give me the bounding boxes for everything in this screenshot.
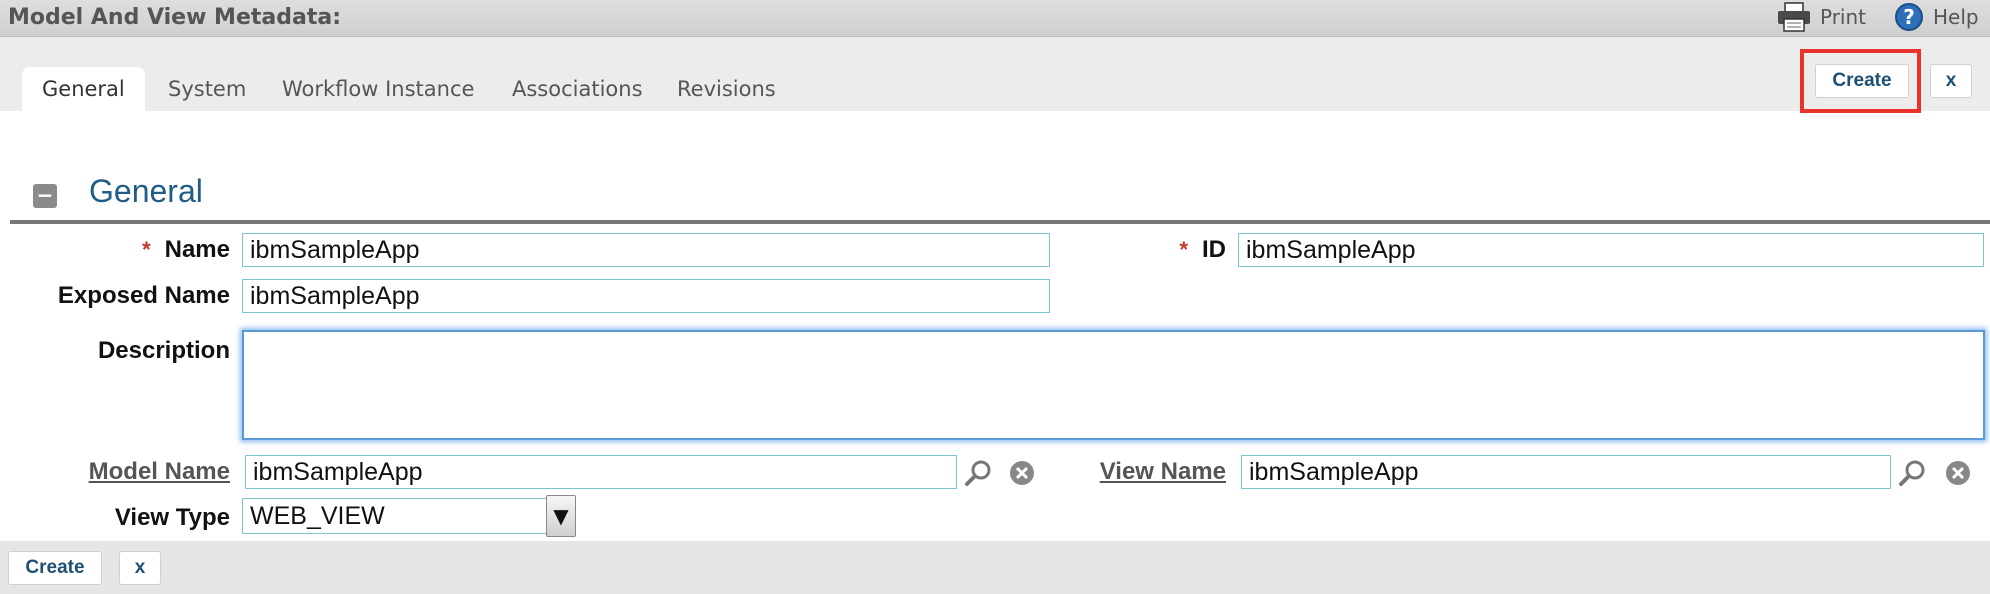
help-icon: ? [1895,3,1923,31]
exposed-name-input[interactable]: ibmSampleApp [242,279,1050,313]
model-name-link[interactable]: Model Name [20,458,230,486]
svg-text:?: ? [1903,5,1915,29]
close-button-top[interactable]: x [1930,64,1972,98]
tab-general[interactable]: General [22,67,145,111]
title-bar: Model And View Metadata: Print ? Help [0,0,1990,37]
help-action[interactable]: ? Help [1893,2,1979,32]
clear-icon[interactable] [1943,458,1973,488]
name-label: Name [164,236,230,263]
section-title: General [89,173,203,209]
view-name-link[interactable]: View Name [1000,458,1226,486]
exposed-name-label: Exposed Name [57,282,230,309]
search-icon[interactable] [1897,458,1927,488]
tab-associations[interactable]: Associations [492,67,663,111]
search-icon[interactable] [963,458,993,488]
description-textarea[interactable] [242,330,1985,440]
help-label: Help [1933,5,1979,29]
create-button-bottom[interactable]: Create [8,551,102,585]
page-title: Model And View Metadata: [8,5,341,30]
description-label: Description [97,337,230,364]
view-name-input[interactable]: ibmSampleApp [1241,455,1891,489]
id-label: ID [1202,236,1226,263]
name-input[interactable]: ibmSampleApp [242,233,1050,267]
id-label-group: * ID [1080,236,1226,264]
tab-revisions[interactable]: Revisions [657,67,796,111]
tab-workflow-instance[interactable]: Workflow Instance [262,67,494,111]
view-type-select[interactable]: WEB_VIEW [242,498,548,534]
section-divider [10,220,1990,224]
close-button-bottom[interactable]: x [119,551,161,585]
view-type-label: View Type [114,504,230,531]
model-name-input[interactable]: ibmSampleApp [245,455,957,489]
id-input[interactable]: ibmSampleApp [1238,233,1984,267]
footer-bar: Create x [0,541,1990,594]
print-label: Print [1820,5,1867,29]
name-label-group: * Name [40,236,230,264]
collapse-section-button[interactable]: − [33,184,57,208]
printer-icon [1778,2,1810,32]
dropdown-arrow-icon[interactable]: ▼ [546,495,576,537]
tab-system[interactable]: System [148,67,266,111]
create-button-highlight [1800,49,1921,113]
required-marker: * [1179,237,1188,262]
tab-bar: General System Workflow Instance Associa… [0,37,1990,111]
print-action[interactable]: Print [1776,2,1866,32]
required-marker: * [142,237,151,262]
